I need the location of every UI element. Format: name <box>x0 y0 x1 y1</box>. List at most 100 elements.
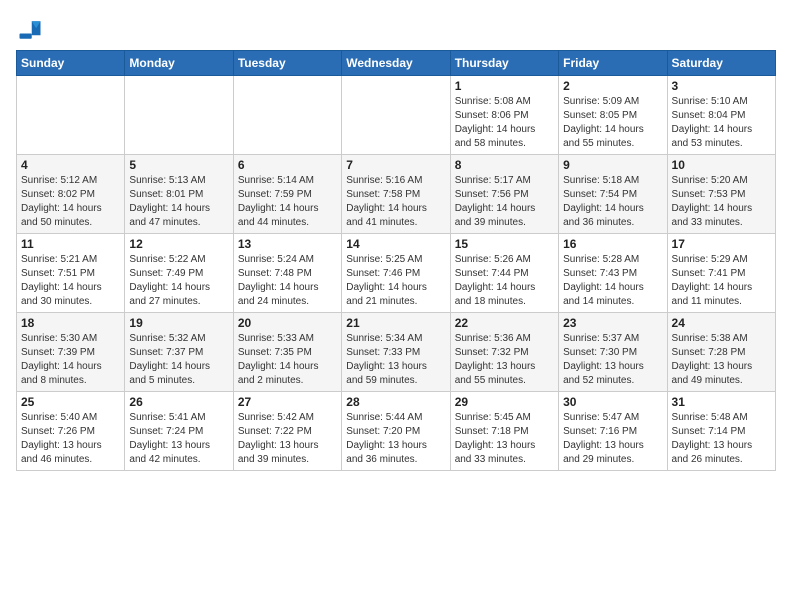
calendar-cell <box>125 76 233 155</box>
day-number: 7 <box>346 158 445 172</box>
day-info: Sunrise: 5:25 AM Sunset: 7:46 PM Dayligh… <box>346 253 445 309</box>
calendar-cell: 18 Sunrise: 5:30 AM Sunset: 7:39 PM Dayli… <box>17 313 125 392</box>
day-number: 9 <box>563 158 662 172</box>
day-number: 15 <box>455 237 554 251</box>
calendar-cell <box>17 76 125 155</box>
day-number: 26 <box>129 395 228 409</box>
calendar-cell: 26 Sunrise: 5:41 AM Sunset: 7:24 PM Dayli… <box>125 392 233 471</box>
calendar-cell: 9 Sunrise: 5:18 AM Sunset: 7:54 PM Daylig… <box>559 155 667 234</box>
calendar-cell: 30 Sunrise: 5:47 AM Sunset: 7:16 PM Dayli… <box>559 392 667 471</box>
day-number: 19 <box>129 316 228 330</box>
day-info: Sunrise: 5:30 AM Sunset: 7:39 PM Dayligh… <box>21 332 120 388</box>
day-info: Sunrise: 5:40 AM Sunset: 7:26 PM Dayligh… <box>21 411 120 467</box>
calendar-cell: 21 Sunrise: 5:34 AM Sunset: 7:33 PM Dayli… <box>342 313 450 392</box>
calendar-cell: 12 Sunrise: 5:22 AM Sunset: 7:49 PM Dayli… <box>125 234 233 313</box>
day-info: Sunrise: 5:09 AM Sunset: 8:05 PM Dayligh… <box>563 95 662 151</box>
day-number: 5 <box>129 158 228 172</box>
day-info: Sunrise: 5:20 AM Sunset: 7:53 PM Dayligh… <box>672 174 771 230</box>
calendar-week-row: 25Sunrise: 5:40 AM Sunset: 7:26 PM Dayli… <box>17 392 776 471</box>
day-header-saturday: Saturday <box>667 51 775 76</box>
day-info: Sunrise: 5:36 AM Sunset: 7:32 PM Dayligh… <box>455 332 554 388</box>
day-number: 11 <box>21 237 120 251</box>
calendar-table: SundayMondayTuesdayWednesdayThursdayFrid… <box>16 50 776 471</box>
day-info: Sunrise: 5:41 AM Sunset: 7:24 PM Dayligh… <box>129 411 228 467</box>
day-info: Sunrise: 5:26 AM Sunset: 7:44 PM Dayligh… <box>455 253 554 309</box>
day-info: Sunrise: 5:32 AM Sunset: 7:37 PM Dayligh… <box>129 332 228 388</box>
calendar-cell: 10Sunrise: 5:20 AM Sunset: 7:53 PM Dayli… <box>667 155 775 234</box>
day-header-thursday: Thursday <box>450 51 558 76</box>
calendar-week-row: 18 Sunrise: 5:30 AM Sunset: 7:39 PM Dayli… <box>17 313 776 392</box>
day-info: Sunrise: 5:38 AM Sunset: 7:28 PM Dayligh… <box>672 332 771 388</box>
calendar-cell: 5 Sunrise: 5:13 AM Sunset: 8:01 PM Daylig… <box>125 155 233 234</box>
day-header-wednesday: Wednesday <box>342 51 450 76</box>
calendar-cell: 1 Sunrise: 5:08 AM Sunset: 8:06 PM Daylig… <box>450 76 558 155</box>
calendar-week-row: 11 Sunrise: 5:21 AM Sunset: 7:51 PM Dayli… <box>17 234 776 313</box>
day-info: Sunrise: 5:44 AM Sunset: 7:20 PM Dayligh… <box>346 411 445 467</box>
calendar-week-row: 1 Sunrise: 5:08 AM Sunset: 8:06 PM Daylig… <box>17 76 776 155</box>
day-number: 1 <box>455 79 554 93</box>
day-info: Sunrise: 5:47 AM Sunset: 7:16 PM Dayligh… <box>563 411 662 467</box>
day-header-friday: Friday <box>559 51 667 76</box>
calendar-cell: 14 Sunrise: 5:25 AM Sunset: 7:46 PM Dayli… <box>342 234 450 313</box>
day-info: Sunrise: 5:08 AM Sunset: 8:06 PM Dayligh… <box>455 95 554 151</box>
day-info: Sunrise: 5:22 AM Sunset: 7:49 PM Dayligh… <box>129 253 228 309</box>
day-number: 23 <box>563 316 662 330</box>
day-info: Sunrise: 5:45 AM Sunset: 7:18 PM Dayligh… <box>455 411 554 467</box>
day-number: 27 <box>238 395 337 409</box>
day-info: Sunrise: 5:12 AM Sunset: 8:02 PM Dayligh… <box>21 174 120 230</box>
calendar-cell: 31 Sunrise: 5:48 AM Sunset: 7:14 PM Dayli… <box>667 392 775 471</box>
calendar-header-row: SundayMondayTuesdayWednesdayThursdayFrid… <box>17 51 776 76</box>
calendar-cell: 2 Sunrise: 5:09 AM Sunset: 8:05 PM Daylig… <box>559 76 667 155</box>
day-info: Sunrise: 5:16 AM Sunset: 7:58 PM Dayligh… <box>346 174 445 230</box>
day-number: 20 <box>238 316 337 330</box>
calendar-cell: 11 Sunrise: 5:21 AM Sunset: 7:51 PM Dayli… <box>17 234 125 313</box>
day-number: 17 <box>672 237 771 251</box>
calendar-cell: 8 Sunrise: 5:17 AM Sunset: 7:56 PM Daylig… <box>450 155 558 234</box>
calendar-cell: 6Sunrise: 5:14 AM Sunset: 7:59 PM Daylig… <box>233 155 341 234</box>
day-info: Sunrise: 5:48 AM Sunset: 7:14 PM Dayligh… <box>672 411 771 467</box>
day-number: 8 <box>455 158 554 172</box>
calendar-cell <box>233 76 341 155</box>
calendar-cell: 15 Sunrise: 5:26 AM Sunset: 7:44 PM Dayli… <box>450 234 558 313</box>
calendar-week-row: 4 Sunrise: 5:12 AM Sunset: 8:02 PM Daylig… <box>17 155 776 234</box>
day-number: 4 <box>21 158 120 172</box>
day-info: Sunrise: 5:10 AM Sunset: 8:04 PM Dayligh… <box>672 95 771 151</box>
day-info: Sunrise: 5:18 AM Sunset: 7:54 PM Dayligh… <box>563 174 662 230</box>
day-number: 31 <box>672 395 771 409</box>
day-number: 30 <box>563 395 662 409</box>
day-number: 12 <box>129 237 228 251</box>
day-number: 16 <box>563 237 662 251</box>
calendar-cell: 28 Sunrise: 5:44 AM Sunset: 7:20 PM Dayli… <box>342 392 450 471</box>
day-info: Sunrise: 5:13 AM Sunset: 8:01 PM Dayligh… <box>129 174 228 230</box>
calendar-cell: 27Sunrise: 5:42 AM Sunset: 7:22 PM Dayli… <box>233 392 341 471</box>
calendar-cell: 22 Sunrise: 5:36 AM Sunset: 7:32 PM Dayli… <box>450 313 558 392</box>
day-info: Sunrise: 5:28 AM Sunset: 7:43 PM Dayligh… <box>563 253 662 309</box>
day-number: 2 <box>563 79 662 93</box>
day-number: 29 <box>455 395 554 409</box>
day-number: 28 <box>346 395 445 409</box>
day-number: 21 <box>346 316 445 330</box>
calendar-cell: 24Sunrise: 5:38 AM Sunset: 7:28 PM Dayli… <box>667 313 775 392</box>
calendar-cell: 29 Sunrise: 5:45 AM Sunset: 7:18 PM Dayli… <box>450 392 558 471</box>
calendar-cell: 3 Sunrise: 5:10 AM Sunset: 8:04 PM Daylig… <box>667 76 775 155</box>
day-info: Sunrise: 5:34 AM Sunset: 7:33 PM Dayligh… <box>346 332 445 388</box>
day-number: 18 <box>21 316 120 330</box>
day-info: Sunrise: 5:17 AM Sunset: 7:56 PM Dayligh… <box>455 174 554 230</box>
calendar-cell: 17Sunrise: 5:29 AM Sunset: 7:41 PM Dayli… <box>667 234 775 313</box>
day-info: Sunrise: 5:21 AM Sunset: 7:51 PM Dayligh… <box>21 253 120 309</box>
calendar-cell: 20Sunrise: 5:33 AM Sunset: 7:35 PM Dayli… <box>233 313 341 392</box>
day-number: 3 <box>672 79 771 93</box>
calendar-cell: 4 Sunrise: 5:12 AM Sunset: 8:02 PM Daylig… <box>17 155 125 234</box>
calendar-cell: 25Sunrise: 5:40 AM Sunset: 7:26 PM Dayli… <box>17 392 125 471</box>
page-header <box>16 16 776 44</box>
day-header-tuesday: Tuesday <box>233 51 341 76</box>
day-info: Sunrise: 5:37 AM Sunset: 7:30 PM Dayligh… <box>563 332 662 388</box>
calendar-cell: 23 Sunrise: 5:37 AM Sunset: 7:30 PM Dayli… <box>559 313 667 392</box>
day-info: Sunrise: 5:14 AM Sunset: 7:59 PM Dayligh… <box>238 174 337 230</box>
day-number: 22 <box>455 316 554 330</box>
day-header-monday: Monday <box>125 51 233 76</box>
day-header-sunday: Sunday <box>17 51 125 76</box>
calendar-cell: 16 Sunrise: 5:28 AM Sunset: 7:43 PM Dayli… <box>559 234 667 313</box>
day-info: Sunrise: 5:24 AM Sunset: 7:48 PM Dayligh… <box>238 253 337 309</box>
day-number: 14 <box>346 237 445 251</box>
